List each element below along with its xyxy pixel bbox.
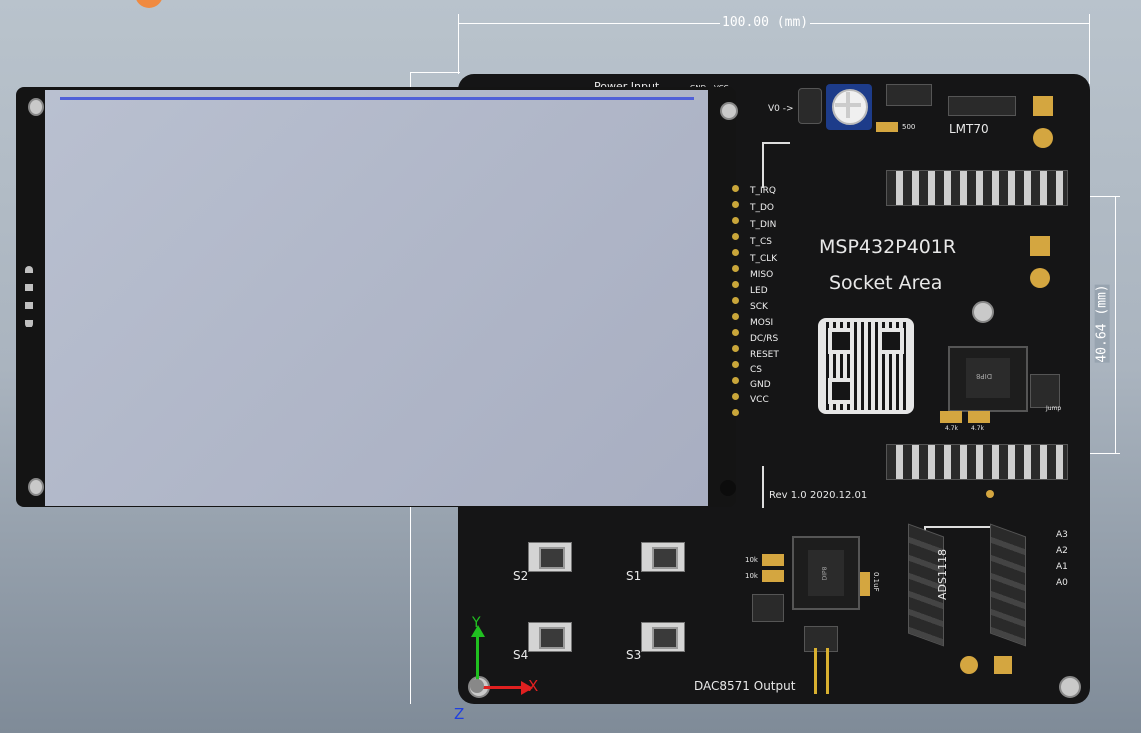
lcd-pin-column: T_IRQ T_DO T_DIN T_CS T_CLK MISO LED SCK… xyxy=(732,182,792,417)
mounting-hole-center xyxy=(972,301,994,323)
x-axis-label: X xyxy=(528,677,539,695)
v0-label: V0 -> xyxy=(768,104,794,114)
dac-output-label: DAC8571 Output xyxy=(694,679,796,693)
resistor-10k-label-1: 10k xyxy=(745,556,758,564)
analog-pin-a1: A1 xyxy=(1056,562,1068,572)
resistor-4k7-1 xyxy=(940,411,962,423)
button-s2-label: S2 xyxy=(513,569,529,583)
analog-pin-a2: A2 xyxy=(1056,546,1068,556)
resistor-10k-1 xyxy=(762,554,784,566)
lmt70-label: LMT70 xyxy=(949,122,989,136)
z-axis-label: Z xyxy=(454,705,465,723)
square-pad-3 xyxy=(994,656,1012,674)
button-s3[interactable] xyxy=(641,622,685,652)
capacitor-label: 0.1uF xyxy=(872,572,880,592)
lcd-hole-tr xyxy=(720,102,738,120)
pot-value-label: 500 xyxy=(902,123,916,131)
orange-marker xyxy=(135,0,163,8)
z-axis-origin xyxy=(470,679,484,693)
socket-header-top[interactable] xyxy=(886,170,1068,206)
v0-header[interactable] xyxy=(798,88,822,124)
analog-pin-header[interactable]: A3 A2 A1 A0 xyxy=(1026,528,1068,598)
dac-output-pin-1 xyxy=(814,648,817,694)
resistor-10k-2 xyxy=(762,570,784,582)
resistor-4k7-label-2: 4.7k xyxy=(971,425,985,432)
analog-pin-a0: A0 xyxy=(1056,578,1068,588)
lcd-hole-br xyxy=(720,480,736,496)
rev-outline xyxy=(762,466,764,508)
pot-resistor xyxy=(876,122,898,132)
dip8-label: DIP8 xyxy=(976,372,993,380)
ads1118-label: ADS1118 xyxy=(936,549,949,600)
revision-label: Rev 1.0 xyxy=(769,490,807,501)
height-dimension-label: 40.64 (mm) xyxy=(1094,284,1110,363)
ads-header-right[interactable] xyxy=(990,523,1026,647)
button-s2[interactable] xyxy=(528,542,572,572)
width-dimension: 100.00 (mm) xyxy=(458,14,1090,84)
width-dimension-label: 100.00 (mm) xyxy=(720,15,811,30)
lcd-hole-tl xyxy=(28,98,44,116)
button-s1[interactable] xyxy=(641,542,685,572)
socket-title-mcu: MSP432P401R xyxy=(819,236,957,258)
resistor-4k7-2 xyxy=(968,411,990,423)
jump-label: Jump xyxy=(1046,405,1062,412)
button-s3-label: S3 xyxy=(626,648,642,662)
lcd-hole-bl xyxy=(28,478,44,496)
dac-output-pin-2 xyxy=(826,648,829,694)
dac-output-header[interactable] xyxy=(804,626,838,652)
pot-jumper[interactable] xyxy=(886,84,932,106)
round-pad-1 xyxy=(1033,128,1053,148)
dac-jumper[interactable] xyxy=(752,594,784,622)
resistor-10k-label-2: 10k xyxy=(745,572,758,580)
socket-title-area: Socket Area xyxy=(829,272,943,294)
qr-code xyxy=(818,318,914,414)
lcd-screen[interactable] xyxy=(45,90,708,506)
round-pad-2 xyxy=(1030,268,1050,288)
lcd-side-dots xyxy=(25,266,33,328)
lmt70-header[interactable] xyxy=(948,96,1016,116)
revision-date: 2020.12.01 xyxy=(810,490,868,501)
y-axis-label: Y xyxy=(472,615,481,631)
via-pad xyxy=(986,490,994,498)
square-pad-1 xyxy=(1033,96,1053,116)
x-axis-line xyxy=(478,686,523,689)
capacitor xyxy=(860,572,870,596)
lcd-screen-top-line xyxy=(60,97,694,100)
lcd-pin-bracket xyxy=(762,142,790,188)
square-pad-2 xyxy=(1030,236,1050,256)
resistor-4k7-label-1: 4.7k xyxy=(945,425,959,432)
round-pad-3 xyxy=(960,656,978,674)
dip8-socket[interactable]: DIP8 xyxy=(948,346,1028,412)
socket-header-bottom[interactable] xyxy=(886,444,1068,480)
left-dimension-tick xyxy=(410,72,460,73)
potentiometer-icon[interactable] xyxy=(826,84,872,130)
jump-header[interactable] xyxy=(1030,374,1060,408)
button-s1-label: S1 xyxy=(626,569,642,583)
dac-dip8-socket[interactable]: DIP8 xyxy=(792,536,860,610)
dac-dip8-label: DIP8 xyxy=(821,566,829,581)
axis-gizmo: Y X Z xyxy=(454,615,548,725)
mounting-hole-br xyxy=(1059,676,1081,698)
analog-pin-a3: A3 xyxy=(1056,530,1068,540)
